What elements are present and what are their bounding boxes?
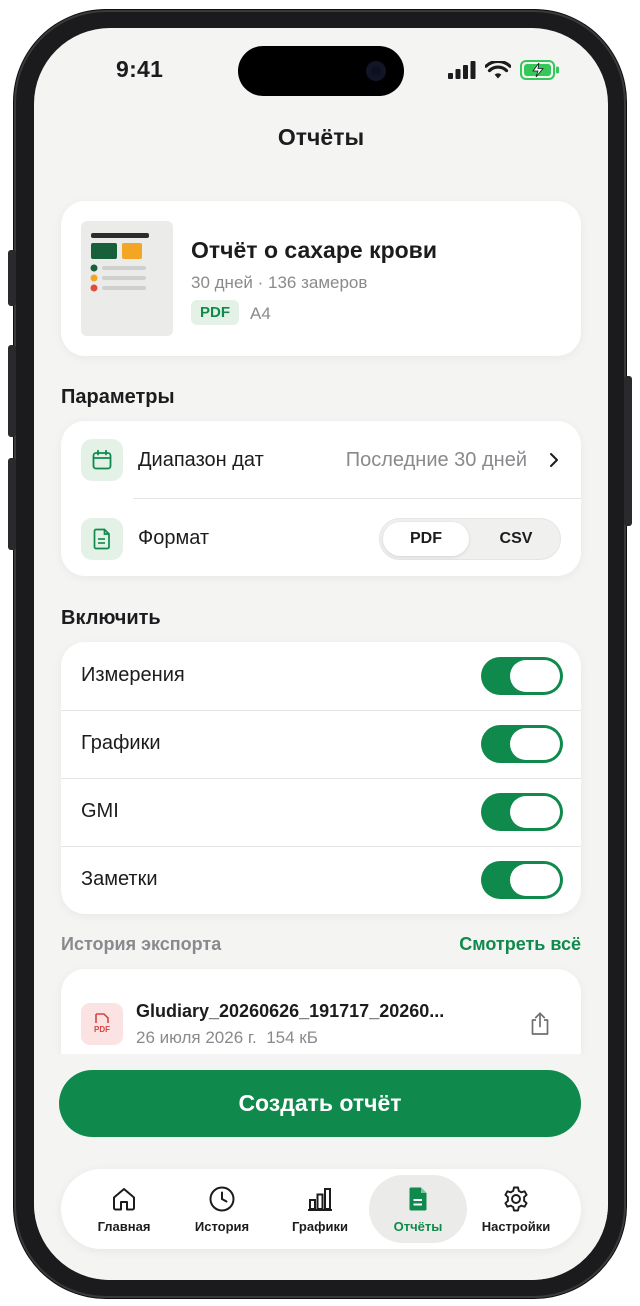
- side-button: [624, 376, 632, 526]
- tab-history[interactable]: История: [173, 1175, 271, 1243]
- page-title: Отчёты: [277, 124, 365, 150]
- gmi-toggle[interactable]: [481, 793, 563, 831]
- date-range-label: Диапазон дат: [138, 449, 264, 471]
- include-label: Заметки: [81, 868, 158, 890]
- tab-settings[interactable]: Настройки: [467, 1175, 565, 1243]
- report-subtitle: 30 дней · 136 замеров: [191, 273, 368, 292]
- tab-label: История: [194, 1218, 250, 1234]
- format-option-pdf[interactable]: PDF: [383, 522, 469, 556]
- tab-charts[interactable]: Графики: [271, 1175, 369, 1243]
- tab-label: Графики: [292, 1218, 348, 1234]
- measurements-toggle[interactable]: [481, 657, 563, 695]
- report-summary-card[interactable]: Отчёт о сахаре крови 30 дней · 136 замер…: [61, 201, 581, 356]
- cellular-signal-icon: [448, 61, 476, 79]
- chart-icon: [308, 1187, 332, 1211]
- document-icon: [81, 518, 123, 560]
- screen: 9:41 Отчёты Отчёт о сахаре крови 30 дней…: [34, 28, 608, 1280]
- tab-bar: Главная История Графики Отчёты Настройки: [61, 1169, 581, 1249]
- format-segmented-control: PDF CSV: [379, 518, 561, 560]
- tab-home[interactable]: Главная: [75, 1175, 173, 1243]
- wifi-icon: [485, 60, 511, 78]
- tab-label: Отчёты: [393, 1218, 443, 1234]
- history-file-meta: 26 июля 2026 г. 154 кБ: [136, 1028, 318, 1048]
- home-icon: [113, 1187, 135, 1210]
- date-range-row[interactable]: Диапазон дат Последние 30 дней: [61, 421, 581, 498]
- history-file-size: 154 кБ: [266, 1028, 318, 1047]
- calendar-icon: [81, 439, 123, 481]
- tab-reports[interactable]: Отчёты: [369, 1175, 467, 1243]
- format-option-csv[interactable]: CSV: [473, 522, 559, 556]
- include-row-gmi: GMI: [61, 778, 581, 846]
- notes-toggle[interactable]: [481, 861, 563, 899]
- charts-toggle[interactable]: [481, 725, 563, 763]
- params-card: Диапазон дат Последние 30 дней Формат PD…: [61, 421, 581, 576]
- chevron-right-icon: [550, 453, 558, 467]
- history-file-date: 26 июля 2026 г.: [136, 1028, 257, 1047]
- section-title-params: Параметры: [61, 386, 175, 408]
- include-label: GMI: [81, 800, 119, 822]
- history-file-name: Gludiary_20260626_191717_20260...: [136, 1001, 445, 1021]
- share-icon[interactable]: [529, 1011, 551, 1037]
- tab-label: Главная: [97, 1218, 151, 1234]
- see-all-link[interactable]: Смотреть всё: [459, 934, 581, 955]
- format-badge: PDF: [191, 300, 239, 325]
- create-report-button[interactable]: Создать отчёт: [59, 1070, 581, 1137]
- report-preview-icon: [90, 233, 149, 292]
- document-icon: [409, 1187, 427, 1210]
- battery-charging-icon: [520, 60, 559, 80]
- report-thumbnail: [81, 221, 173, 336]
- status-time: 9:41: [116, 56, 164, 82]
- include-row-notes: Заметки: [61, 846, 581, 914]
- status-icons: [448, 60, 560, 80]
- clock-icon: [209, 1186, 235, 1211]
- gear-icon: [504, 1186, 528, 1211]
- include-card: Измерения Графики GMI Заметки: [61, 642, 581, 914]
- action-button: [8, 250, 16, 306]
- report-title: Отчёт о сахаре крови: [191, 237, 437, 263]
- pdf-file-icon: PDF: [81, 1003, 123, 1045]
- paper-size-label: A4: [250, 304, 271, 323]
- date-range-value: Последние 30 дней: [345, 449, 527, 471]
- volume-up-button: [8, 345, 16, 437]
- format-label: Формат: [138, 527, 210, 549]
- include-row-charts: Графики: [61, 710, 581, 778]
- include-label: Измерения: [81, 664, 185, 686]
- include-label: Графики: [81, 732, 161, 754]
- dynamic-island: [238, 46, 404, 96]
- tab-label: Настройки: [481, 1218, 551, 1234]
- section-title-history: История экспорта: [61, 934, 222, 954]
- volume-down-button: [8, 458, 16, 550]
- include-row-measurements: Измерения: [61, 642, 581, 710]
- svg-text:PDF: PDF: [94, 1025, 110, 1034]
- section-title-include: Включить: [61, 607, 161, 629]
